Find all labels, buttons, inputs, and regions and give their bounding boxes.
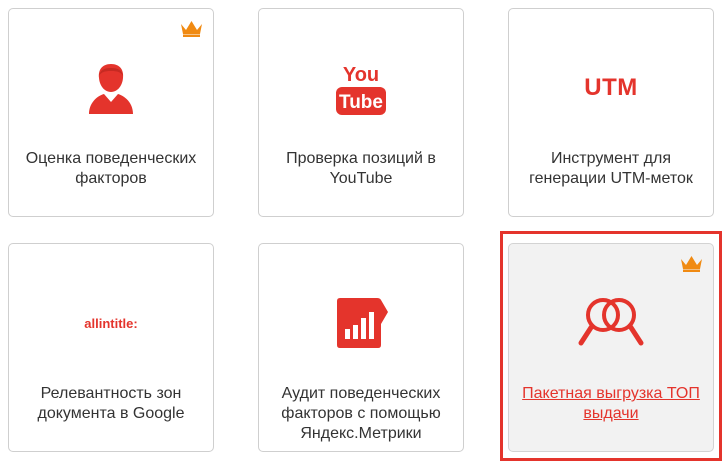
crown-icon	[681, 256, 702, 272]
crown-icon	[181, 21, 202, 37]
tool-label: Оценка поведенческих факторов	[25, 150, 197, 187]
magnifier-pair-icon	[509, 290, 713, 356]
tool-link[interactable]: Пакетная выгрузка ТОП выдачи	[517, 384, 705, 424]
user-icon	[9, 55, 213, 121]
tool-label: Проверка позиций в YouTube	[286, 150, 436, 187]
tool-card-google-relevance[interactable]: allintitle: Релевантность зон документа …	[8, 243, 214, 452]
youtube-logo-icon: You Tube	[259, 55, 463, 121]
svg-text:You: You	[343, 64, 379, 86]
tool-card-batch-top-export[interactable]: Пакетная выгрузка ТОП выдачи	[508, 243, 714, 452]
tool-card-yandex-metrika-audit[interactable]: Аудит поведенческих факторов с помощью Я…	[258, 243, 464, 452]
tool-card-utm-generator[interactable]: UTM Инструмент для генерации UTM-меток	[508, 8, 714, 217]
tool-label: Инструмент для генерации UTM-меток	[529, 150, 693, 187]
svg-text:Tube: Tube	[339, 92, 383, 113]
allintitle-text-icon: allintitle:	[84, 315, 138, 331]
tool-card-youtube-positions[interactable]: You Tube Проверка позиций в YouTube	[258, 8, 464, 217]
utm-text-icon: UTM	[584, 74, 638, 101]
yandex-metrika-icon	[259, 290, 463, 356]
tool-label: Аудит поведенческих факторов с помощью Я…	[281, 385, 441, 442]
tool-label: Релевантность зон документа в Google	[37, 385, 185, 422]
tool-card-behavior-factors[interactable]: Оценка поведенческих факторов	[8, 8, 214, 217]
